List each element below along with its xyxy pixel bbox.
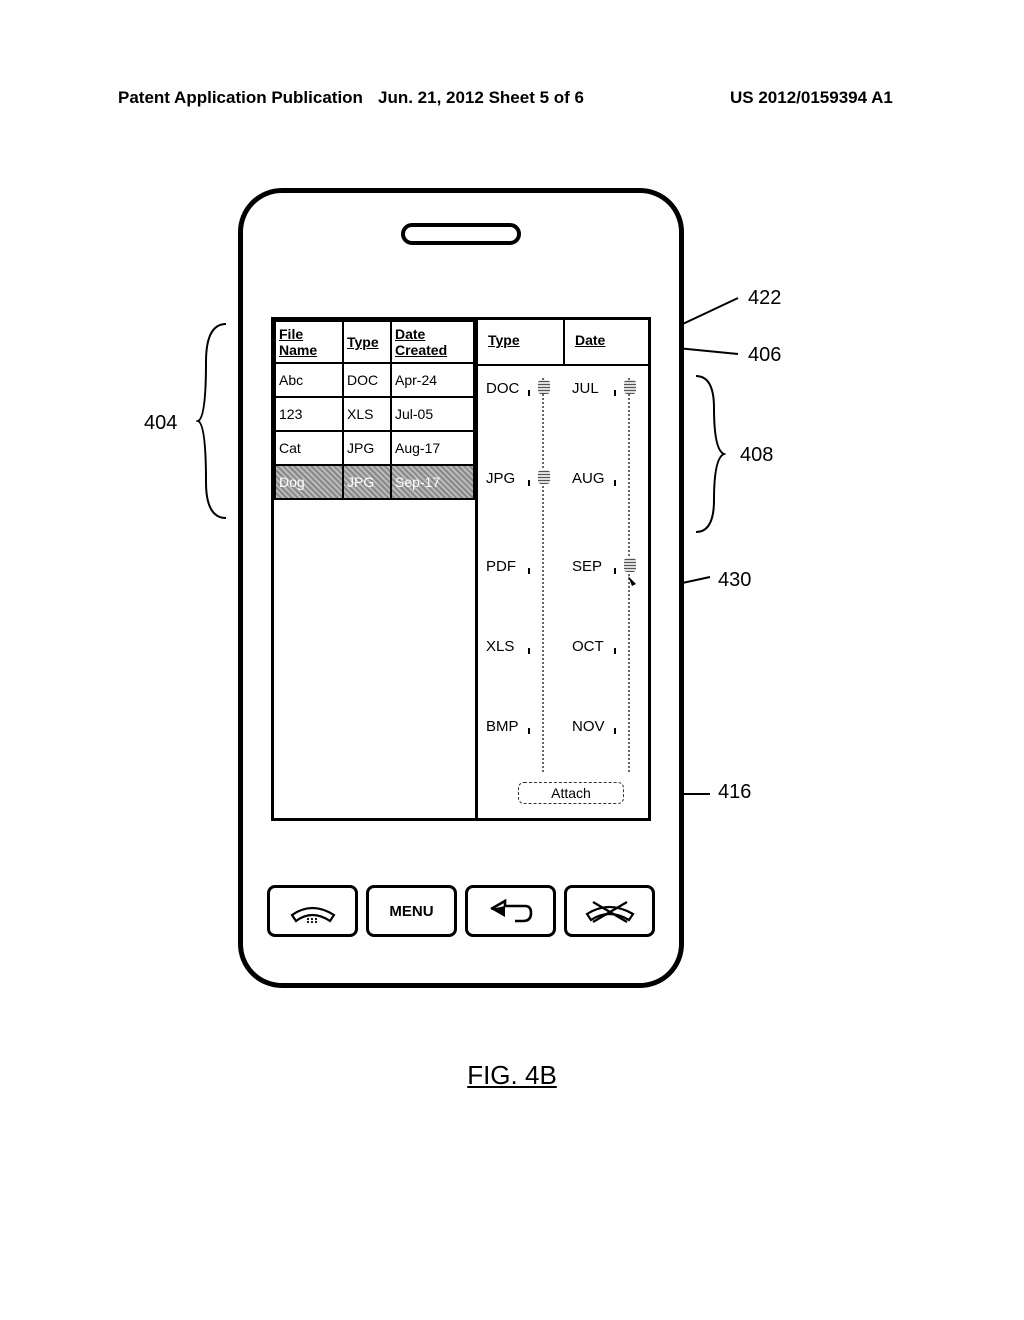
date-option[interactable]: NOV (572, 718, 605, 735)
ref-430: 430 (718, 569, 751, 592)
ref-422: 422 (748, 287, 781, 310)
type-scrollbar[interactable] (542, 378, 544, 772)
type-thumb[interactable] (538, 470, 550, 484)
header-pubnum: US 2012/0159394 A1 (730, 88, 893, 108)
date-option[interactable]: SEP (572, 558, 602, 575)
col-date-created[interactable]: Date Created (391, 321, 474, 363)
spinner-date[interactable]: JUL AUG SEP OCT NOV (566, 366, 648, 786)
header-date-sheet: Jun. 21, 2012 Sheet 5 of 6 (378, 88, 584, 108)
ref-416: 416 (718, 781, 751, 804)
table-row[interactable]: 123 XLS Jul-05 (275, 397, 474, 431)
file-list-panel: File Name Type Date Created Abc DOC Apr-… (274, 320, 478, 818)
table-row[interactable]: Cat JPG Aug-17 (275, 431, 474, 465)
table-row-selected[interactable]: Dog JPG Sep-17 (275, 465, 474, 499)
brace-404 (196, 322, 230, 520)
call-button[interactable] (267, 885, 358, 937)
attach-button[interactable]: Attach (518, 782, 624, 804)
header-publication: Patent Application Publication (118, 88, 363, 108)
ref-408: 408 (740, 444, 773, 467)
menu-label: MENU (389, 903, 433, 920)
spinner-type[interactable]: DOC JPG PDF XLS BMP (480, 366, 562, 786)
table-row[interactable]: Abc DOC Apr-24 (275, 363, 474, 397)
date-option[interactable]: AUG (572, 470, 605, 487)
phone-icon (288, 897, 338, 925)
figure-label: FIG. 4B (0, 1060, 1024, 1091)
spinner-type-header: Type (478, 320, 563, 364)
hangup-icon (583, 896, 637, 926)
type-thumb-upper[interactable] (538, 380, 550, 394)
menu-button[interactable]: MENU (366, 885, 457, 937)
col-file-name[interactable]: File Name (275, 321, 343, 363)
spinner-date-header: Date (563, 320, 648, 364)
back-icon (485, 897, 537, 925)
ref-404: 404 (144, 412, 177, 435)
file-table: File Name Type Date Created Abc DOC Apr-… (274, 320, 475, 500)
pointer-icon (626, 574, 640, 588)
back-button[interactable] (465, 885, 556, 937)
type-option[interactable]: BMP (486, 718, 519, 735)
device-nav-buttons: MENU (267, 885, 655, 937)
ref-406: 406 (748, 344, 781, 367)
mobile-device: File Name Type Date Created Abc DOC Apr-… (238, 188, 684, 988)
earpiece (401, 223, 521, 245)
device-screen: File Name Type Date Created Abc DOC Apr-… (271, 317, 651, 821)
type-option[interactable]: DOC (486, 380, 519, 397)
date-option[interactable]: OCT (572, 638, 604, 655)
type-option[interactable]: PDF (486, 558, 516, 575)
date-thumb-upper[interactable] (624, 380, 636, 394)
spinner-headers: Type Date (478, 320, 648, 366)
spinner-panel: Type Date DOC JPG PDF XLS BMP (478, 320, 648, 818)
col-type[interactable]: Type (343, 321, 391, 363)
date-option[interactable]: JUL (572, 380, 599, 397)
date-thumb[interactable] (624, 558, 636, 572)
end-call-button[interactable] (564, 885, 655, 937)
type-option[interactable]: JPG (486, 470, 515, 487)
brace-408 (692, 374, 726, 534)
type-option[interactable]: XLS (486, 638, 514, 655)
